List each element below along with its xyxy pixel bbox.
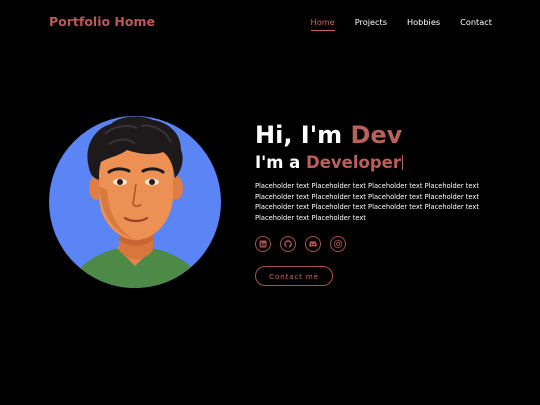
hero-role: I'm a Developer — [255, 153, 403, 172]
avatar-illustration — [69, 116, 203, 288]
role-prefix: I'm a — [255, 153, 307, 172]
instagram-icon[interactable] — [330, 236, 346, 252]
contact-me-button[interactable]: Contact me — [255, 266, 333, 286]
hero-name: Dev — [350, 121, 403, 149]
brand-logo[interactable]: Portfolio Home — [49, 14, 155, 29]
greeting-text: Hi, I'm — [255, 121, 351, 149]
hero-description: Placeholder text Placeholder text Placeh… — [255, 182, 479, 222]
github-icon[interactable] — [280, 236, 296, 252]
linkedin-icon[interactable] — [255, 236, 271, 252]
hero-greeting: Hi, I'm Dev — [255, 121, 402, 149]
nav-link-home[interactable]: Home — [310, 17, 335, 31]
role-text: Developer — [306, 153, 401, 172]
social-links — [255, 236, 346, 252]
nav-link-hobbies[interactable]: Hobbies — [407, 17, 440, 31]
nav-link-projects[interactable]: Projects — [355, 17, 387, 31]
discord-icon[interactable] — [305, 236, 321, 252]
navbar: Portfolio Home Home Projects Hobbies Con… — [0, 0, 540, 44]
profile-avatar — [49, 116, 221, 288]
typing-cursor — [401, 155, 403, 170]
nav-link-contact[interactable]: Contact — [460, 17, 492, 31]
nav-links: Home Projects Hobbies Contact — [310, 17, 492, 31]
